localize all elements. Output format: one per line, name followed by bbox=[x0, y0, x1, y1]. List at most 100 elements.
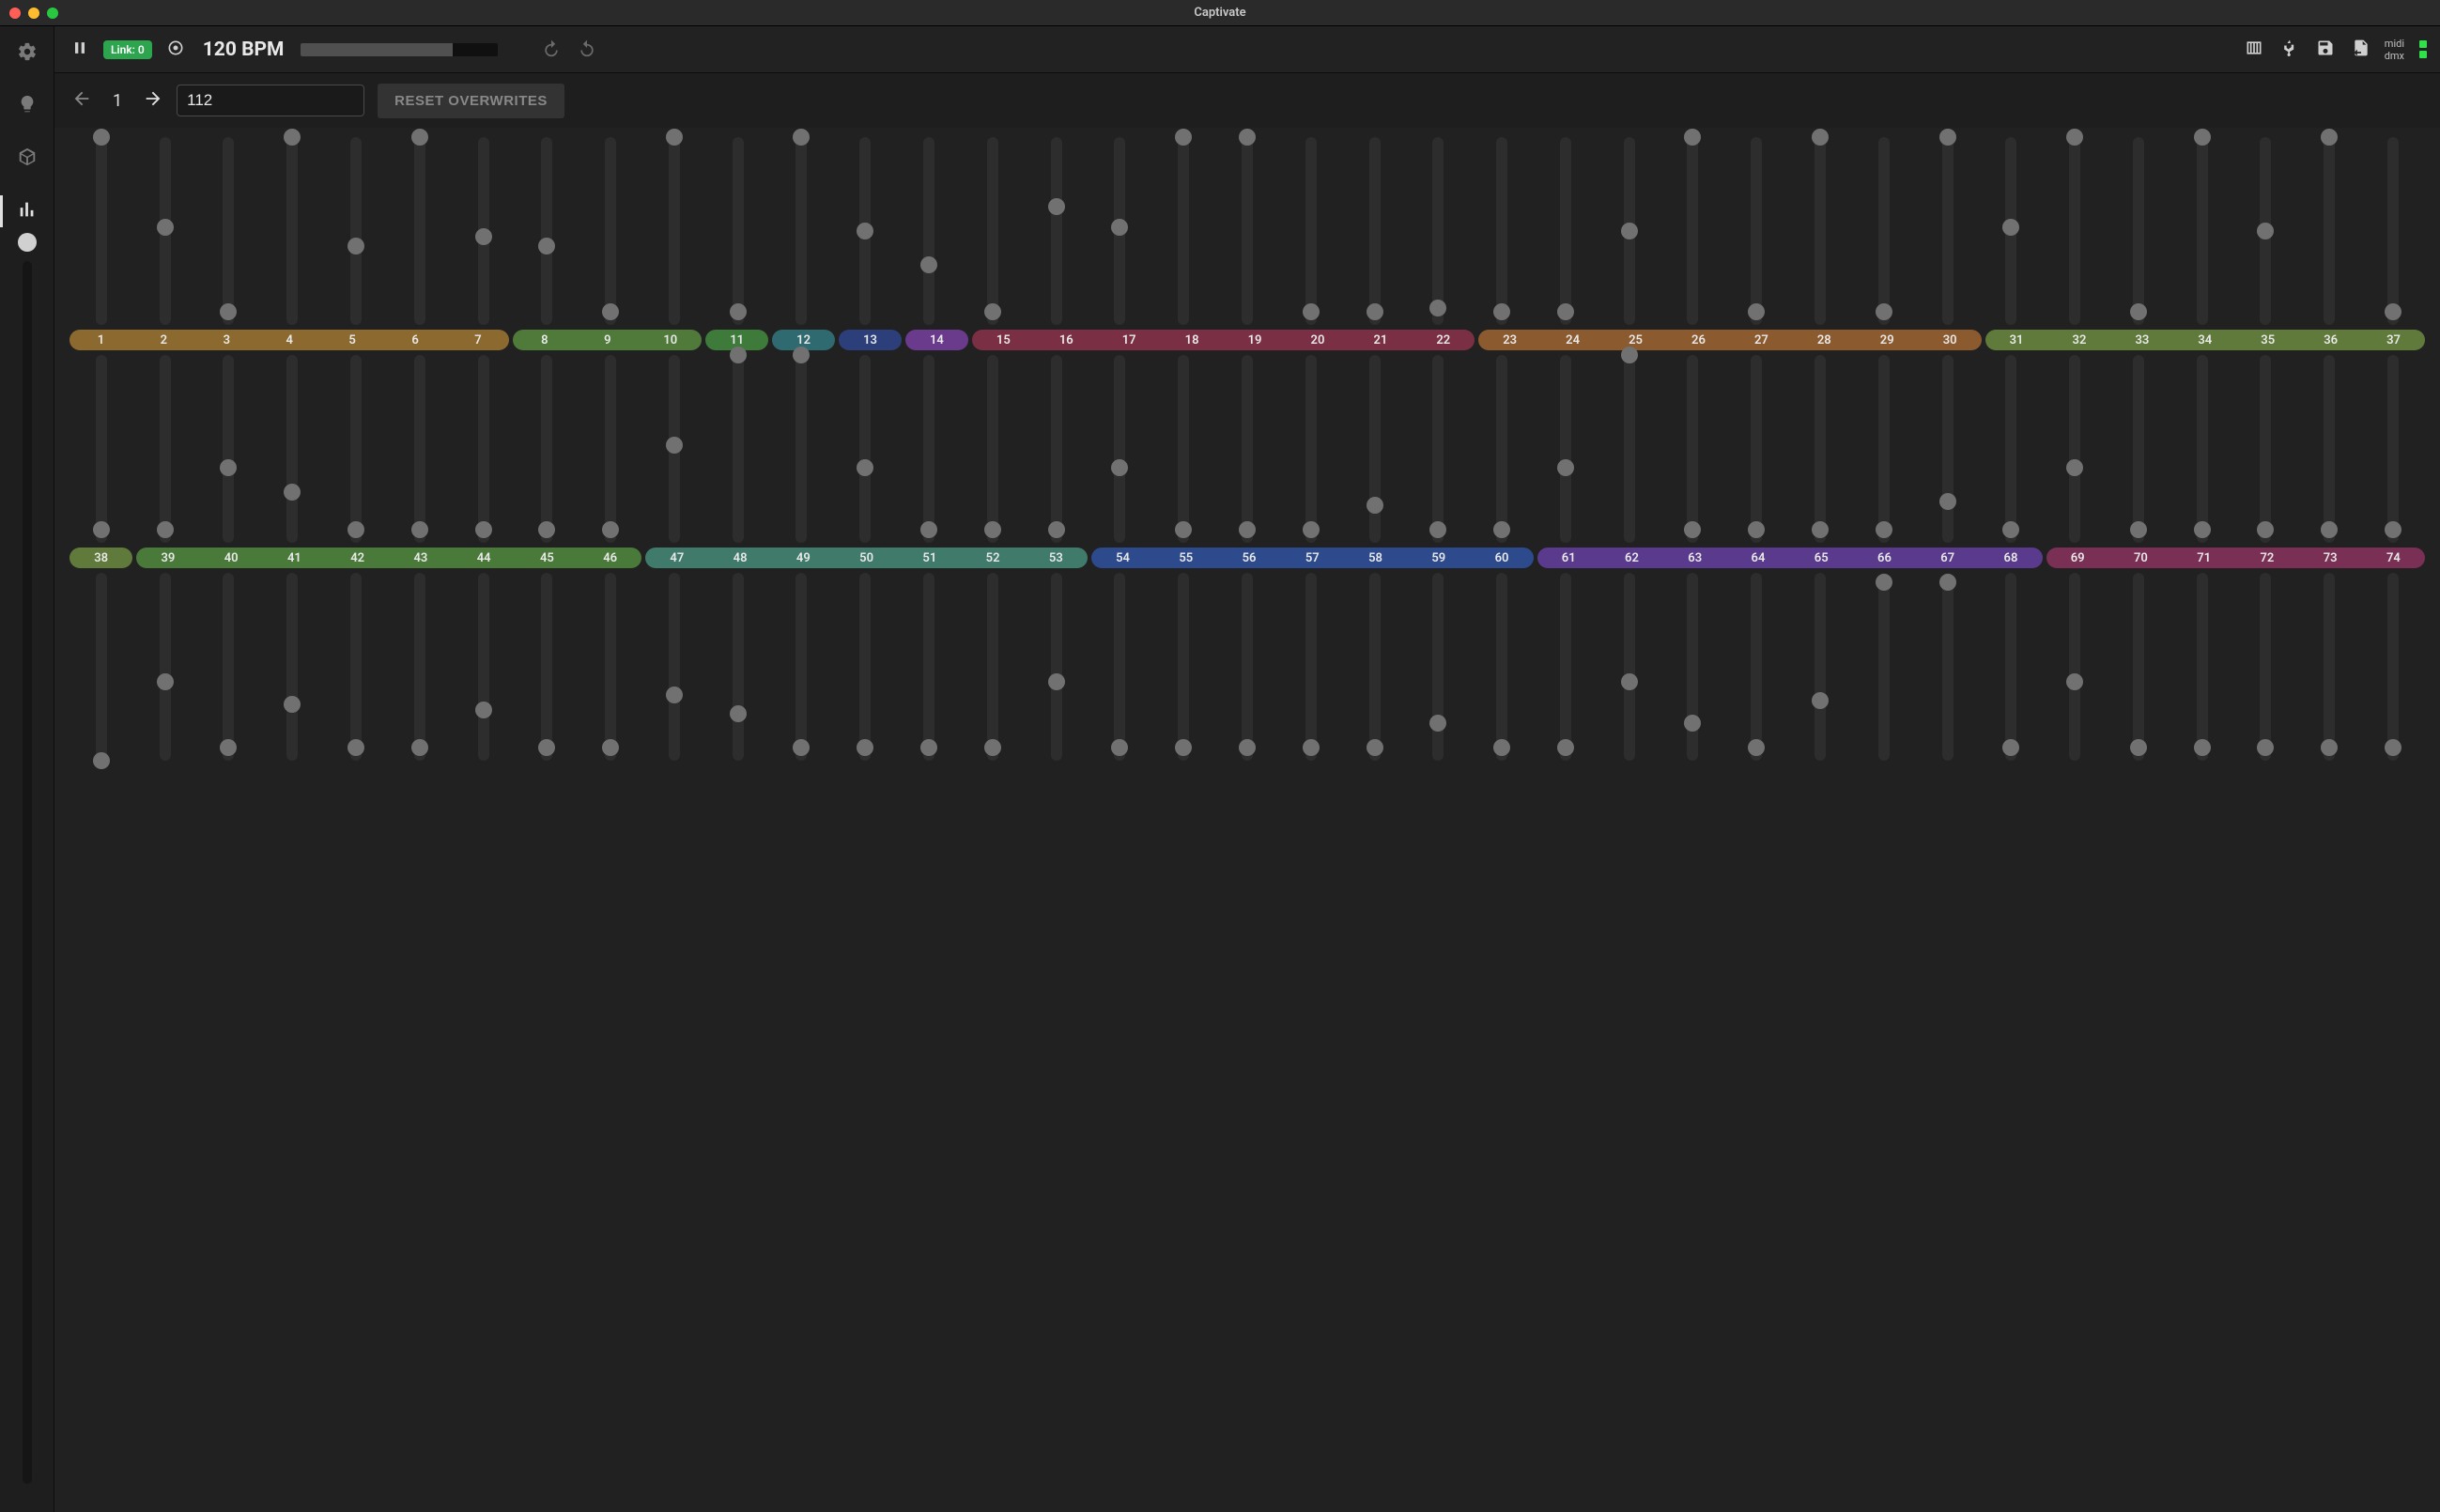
slider-thumb[interactable] bbox=[1812, 129, 1829, 146]
slider-thumb[interactable] bbox=[1748, 521, 1765, 538]
slider-thumb[interactable] bbox=[2257, 223, 2274, 239]
slider-thumb[interactable] bbox=[2321, 521, 2338, 538]
slider-thumb[interactable] bbox=[2002, 219, 2019, 236]
channel-slider[interactable] bbox=[1279, 573, 1343, 761]
channel-slider[interactable] bbox=[133, 573, 197, 761]
channel-slider[interactable] bbox=[1406, 137, 1470, 325]
slider-track[interactable] bbox=[2069, 137, 2080, 325]
slider-thumb[interactable] bbox=[1876, 303, 1892, 320]
slider-track[interactable] bbox=[2260, 573, 2271, 761]
slider-thumb[interactable] bbox=[666, 437, 683, 454]
slider-track[interactable] bbox=[1051, 355, 1062, 543]
slider-track[interactable] bbox=[1496, 137, 1507, 325]
slider-track[interactable] bbox=[160, 355, 171, 543]
slider-track[interactable] bbox=[160, 573, 171, 761]
slider-track[interactable] bbox=[96, 573, 107, 761]
slider-track[interactable] bbox=[1051, 573, 1062, 761]
slider-thumb[interactable] bbox=[2321, 129, 2338, 146]
slider-thumb[interactable] bbox=[793, 129, 810, 146]
channel-slider[interactable] bbox=[515, 573, 579, 761]
channel-slider[interactable] bbox=[961, 573, 1025, 761]
channel-slider[interactable] bbox=[770, 137, 834, 325]
channel-count-input[interactable] bbox=[177, 85, 364, 116]
channel-slider[interactable] bbox=[1916, 355, 1980, 543]
channel-slider[interactable] bbox=[1089, 355, 1152, 543]
slider-thumb[interactable] bbox=[2385, 521, 2401, 538]
channel-slider[interactable] bbox=[388, 137, 452, 325]
channel-slider[interactable] bbox=[897, 573, 961, 761]
slider-track[interactable] bbox=[795, 137, 807, 325]
channel-slider[interactable] bbox=[1979, 355, 2043, 543]
slider-thumb[interactable] bbox=[93, 521, 110, 538]
channel-slider[interactable] bbox=[961, 137, 1025, 325]
channel-slider[interactable] bbox=[1534, 355, 1598, 543]
slider-thumb[interactable] bbox=[730, 303, 747, 320]
channel-slider[interactable] bbox=[1724, 137, 1788, 325]
slider-track[interactable] bbox=[541, 355, 552, 543]
slider-thumb[interactable] bbox=[1303, 739, 1320, 756]
slider-track[interactable] bbox=[1305, 355, 1317, 543]
slider-track[interactable] bbox=[478, 573, 489, 761]
slider-track[interactable] bbox=[1369, 355, 1381, 543]
channel-slider[interactable] bbox=[1852, 573, 1916, 761]
channel-slider[interactable] bbox=[833, 573, 897, 761]
slider-thumb[interactable] bbox=[220, 303, 237, 320]
slider-track[interactable] bbox=[1114, 573, 1125, 761]
channel-slider[interactable] bbox=[1343, 355, 1407, 543]
slider-thumb[interactable] bbox=[2130, 739, 2147, 756]
slider-track[interactable] bbox=[350, 573, 362, 761]
slider-thumb[interactable] bbox=[1367, 303, 1383, 320]
slider-track[interactable] bbox=[286, 573, 298, 761]
slider-track[interactable] bbox=[1878, 355, 1890, 543]
slider-track[interactable] bbox=[350, 355, 362, 543]
slider-thumb[interactable] bbox=[220, 739, 237, 756]
channel-group[interactable]: 3940414243444546 bbox=[136, 548, 641, 568]
slider-thumb[interactable] bbox=[2194, 521, 2211, 538]
slider-thumb[interactable] bbox=[1557, 739, 1574, 756]
slider-thumb[interactable] bbox=[347, 739, 364, 756]
channel-slider[interactable] bbox=[2234, 355, 2298, 543]
slider-track[interactable] bbox=[733, 573, 744, 761]
slider-thumb[interactable] bbox=[1493, 303, 1510, 320]
channel-slider[interactable] bbox=[1852, 137, 1916, 325]
channel-group[interactable]: 1234567 bbox=[69, 330, 509, 350]
slider-thumb[interactable] bbox=[602, 303, 619, 320]
slider-thumb[interactable] bbox=[2321, 739, 2338, 756]
channel-slider[interactable] bbox=[1025, 573, 1089, 761]
slider-track[interactable] bbox=[1560, 355, 1571, 543]
slider-track[interactable] bbox=[2133, 137, 2144, 325]
link-badge[interactable]: Link: 0 bbox=[103, 40, 152, 59]
slider-track[interactable] bbox=[2197, 573, 2208, 761]
channel-slider[interactable] bbox=[770, 573, 834, 761]
channel-slider[interactable] bbox=[69, 355, 133, 543]
slider-track[interactable] bbox=[478, 355, 489, 543]
slider-thumb[interactable] bbox=[1175, 129, 1192, 146]
reset-overwrites-button[interactable]: RESET OVERWRITES bbox=[378, 84, 564, 118]
slider-thumb[interactable] bbox=[2002, 521, 2019, 538]
slider-thumb[interactable] bbox=[1621, 347, 1638, 363]
slider-track[interactable] bbox=[478, 137, 489, 325]
slider-thumb[interactable] bbox=[2257, 739, 2274, 756]
slider-thumb[interactable] bbox=[1048, 673, 1065, 690]
slider-thumb[interactable] bbox=[1812, 521, 1829, 538]
slider-track[interactable] bbox=[1178, 355, 1189, 543]
slider-thumb[interactable] bbox=[2066, 673, 2083, 690]
slider-thumb[interactable] bbox=[157, 521, 174, 538]
channel-slider[interactable] bbox=[1534, 137, 1598, 325]
channel-slider[interactable] bbox=[642, 573, 706, 761]
slider-thumb[interactable] bbox=[475, 521, 492, 538]
slider-thumb[interactable] bbox=[1621, 223, 1638, 239]
slider-track[interactable] bbox=[1942, 573, 1954, 761]
slider-track[interactable] bbox=[2387, 573, 2399, 761]
slider-track[interactable] bbox=[1496, 355, 1507, 543]
channel-slider[interactable] bbox=[1852, 355, 1916, 543]
channel-slider[interactable] bbox=[579, 137, 642, 325]
slider-track[interactable] bbox=[1815, 137, 1826, 325]
channel-slider[interactable] bbox=[2234, 573, 2298, 761]
channel-slider[interactable] bbox=[1089, 137, 1152, 325]
slider-track[interactable] bbox=[1878, 573, 1890, 761]
slider-thumb[interactable] bbox=[1748, 303, 1765, 320]
channel-slider[interactable] bbox=[1151, 137, 1215, 325]
slider-thumb[interactable] bbox=[857, 739, 873, 756]
channel-slider[interactable] bbox=[1661, 355, 1725, 543]
